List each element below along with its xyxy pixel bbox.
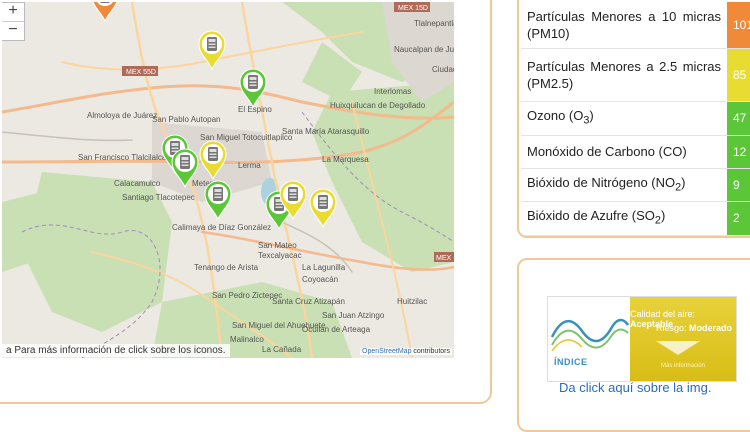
map-label: San Miguel del Ahuehuete xyxy=(232,321,326,330)
more-info-text: Más información xyxy=(660,363,705,369)
table-row: Partículas Menores a 10 micras (PM10) 10… xyxy=(521,2,750,49)
map-label: Coyoacán xyxy=(302,275,338,284)
osm-link[interactable]: OpenStreetMap xyxy=(362,348,411,355)
monitor-station-icon xyxy=(171,148,199,188)
station-marker[interactable] xyxy=(278,180,308,220)
air-quality-map[interactable]: Tlalnepantla Naucalpan de Juárez Ciudad … xyxy=(2,2,454,358)
map-label: Santiago Tlacotepec xyxy=(122,193,195,202)
map-label: San Pablo Autopan xyxy=(152,115,221,124)
map-label: Ciudad xyxy=(432,65,454,74)
road-shield: MEX 15D xyxy=(398,5,428,12)
table-row: Ozono (O3) 47 xyxy=(521,101,750,136)
monitor-station-icon xyxy=(279,180,307,220)
pollutant-value: 47 xyxy=(727,101,750,136)
station-marker[interactable] xyxy=(90,2,120,22)
map-label: San Juan Atzingo xyxy=(322,311,385,320)
wave-logo-icon xyxy=(550,318,630,352)
map-label: Tlalnepantla xyxy=(414,19,454,28)
station-marker[interactable] xyxy=(308,188,338,228)
risk-prefix: Riesgo: xyxy=(655,323,687,333)
map-card: Tlalnepantla Naucalpan de Juárez Ciudad … xyxy=(0,0,492,404)
map-attribution: OpenStreetMap contributors xyxy=(360,348,452,355)
map-label: La Cañada xyxy=(262,345,302,354)
index-image-link[interactable]: Da click aquí sobre la img. xyxy=(559,380,711,395)
attribution-text: contributors xyxy=(411,348,450,355)
table-row: Bióxido de Nitrógeno (NO2) 9 xyxy=(521,168,750,203)
monitor-station-icon xyxy=(204,180,232,220)
index-logo: ÍNDICE xyxy=(548,297,630,381)
map-label: Naucalpan de Juárez xyxy=(394,45,454,54)
monitor-station-icon xyxy=(309,188,337,228)
pollutant-name: Bióxido de Nitrógeno (NO2) xyxy=(521,168,727,203)
station-marker[interactable] xyxy=(238,68,268,108)
air-index-card: ÍNDICE Calidad del aire: Aceptable Riesg… xyxy=(517,258,750,432)
map-instructions: a Para más información de click sobre lo… xyxy=(2,344,230,357)
map-label: San Mateo xyxy=(258,241,297,250)
table-row: Partículas Menores a 2.5 micras (PM2.5) … xyxy=(521,48,750,102)
map-label: Calimaya de Díaz González xyxy=(172,223,271,232)
pollutant-value: 12 xyxy=(727,135,750,169)
monitor-station-icon xyxy=(92,2,118,22)
pollutant-value: 101 xyxy=(727,2,750,49)
map-label: Almoloya de Juárez xyxy=(87,111,157,120)
map-label: Texcalyacac xyxy=(258,251,302,260)
air-index-image[interactable]: ÍNDICE Calidad del aire: Aceptable Riesg… xyxy=(547,296,737,382)
risk-value: Moderado xyxy=(688,323,732,333)
pollutant-table-card: Partículas Menores a 10 micras (PM10) 10… xyxy=(517,0,750,238)
zoom-control: + − xyxy=(2,2,25,41)
road-shield: MEX 55D xyxy=(126,69,156,76)
chevron-down-icon xyxy=(656,341,700,355)
pollutant-name: Partículas Menores a 10 micras (PM10) xyxy=(521,2,727,49)
map-label: Malinalco xyxy=(230,335,264,344)
map-label: Huixquilucan de Degollado xyxy=(330,101,426,110)
road-shield: MEX xyxy=(436,255,452,262)
pollutant-name: Monóxido de Carbono (CO) xyxy=(521,135,727,169)
map-label: Santa María Atarasquillo xyxy=(282,127,370,136)
monitor-station-icon xyxy=(198,30,226,70)
pollutant-value: 9 xyxy=(727,168,750,203)
monitor-station-icon xyxy=(239,68,267,108)
table-row: Monóxido de Carbono (CO) 12 xyxy=(521,135,750,169)
zoom-out-button[interactable]: − xyxy=(2,22,24,40)
map-label: Tenango de Arista xyxy=(194,263,259,272)
pollutant-value: 85 xyxy=(727,48,750,102)
map-label: Huitzilac xyxy=(397,297,427,306)
table-row: Bióxido de Azufre (SO2) 2 xyxy=(521,201,750,236)
map-label: Santa Cruz Atizapán xyxy=(272,297,345,306)
monitor-station-icon xyxy=(199,140,227,180)
map-label: Calacamulco xyxy=(114,179,161,188)
pollutant-name: Bióxido de Azufre (SO2) xyxy=(521,201,727,236)
pollutant-name: Ozono (O3) xyxy=(521,101,727,136)
pollutant-value: 2 xyxy=(727,201,750,236)
index-status-panel: Calidad del aire: Aceptable Riesgo: Mode… xyxy=(630,297,736,381)
pollutant-table: Partículas Menores a 10 micras (PM10) 10… xyxy=(521,2,750,236)
map-label: La Lagunilla xyxy=(302,263,346,272)
station-marker[interactable] xyxy=(197,30,227,70)
quality-prefix: Calidad del aire: xyxy=(630,309,696,319)
station-marker[interactable] xyxy=(198,140,228,180)
pollutant-name: Partículas Menores a 2.5 micras (PM2.5) xyxy=(521,48,727,102)
station-marker[interactable] xyxy=(203,180,233,220)
risk-line: Riesgo: Moderado xyxy=(656,323,732,333)
index-wordmark: ÍNDICE xyxy=(554,357,588,367)
map-label: Lerma xyxy=(238,161,261,170)
map-label: Interlomas xyxy=(374,87,411,96)
station-marker[interactable] xyxy=(170,148,200,188)
map-label: La Marquesa xyxy=(322,155,369,164)
zoom-in-button[interactable]: + xyxy=(2,3,24,22)
